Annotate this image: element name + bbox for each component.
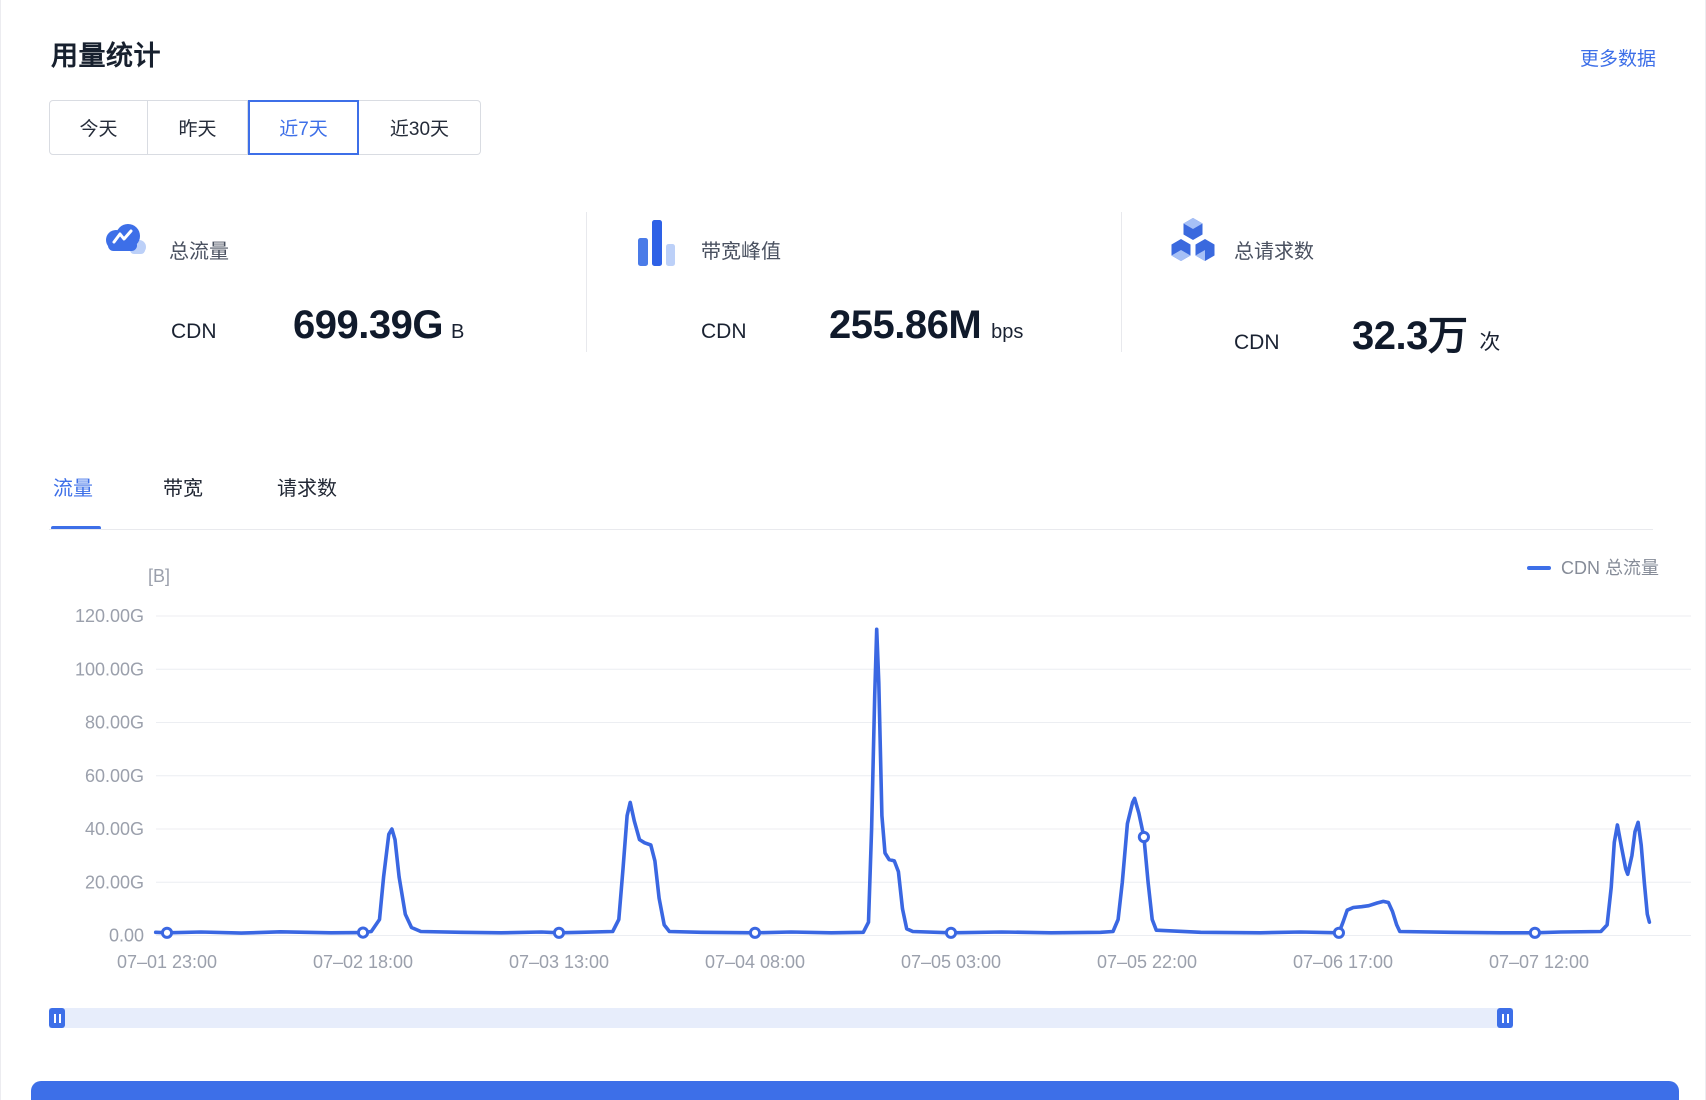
y-axis-tick-label: 120.00G: [75, 606, 144, 626]
stat-value-row: CDN 699.39G B: [171, 303, 464, 348]
x-axis-tick-label: 07–06 17:00: [1293, 952, 1393, 972]
data-point-marker[interactable]: [750, 928, 759, 937]
tab-requests[interactable]: 请求数: [277, 472, 337, 501]
data-point-marker[interactable]: [358, 928, 367, 937]
data-point-marker[interactable]: [162, 928, 171, 937]
tab-traffic[interactable]: 流量: [53, 472, 93, 501]
x-axis-tick-label: 07–05 03:00: [901, 952, 1001, 972]
bandwidth-bars-icon: [637, 218, 683, 268]
x-axis-tick-label: 07–01 23:00: [117, 952, 217, 972]
range-tab-last7days[interactable]: 近7天: [248, 100, 359, 155]
date-range-selector: 今天 昨天 近7天 近30天: [49, 100, 481, 155]
stat-label: 带宽峰值: [701, 235, 781, 264]
data-point-marker[interactable]: [946, 928, 955, 937]
data-point-marker[interactable]: [1334, 928, 1343, 937]
page-title: 用量统计: [51, 34, 161, 73]
datazoom-handle-left[interactable]: [49, 1008, 65, 1028]
datazoom-handle-right[interactable]: [1497, 1008, 1513, 1028]
y-axis-tick-label: 60.00G: [85, 766, 144, 786]
stat-value: 32.3万: [1352, 303, 1467, 361]
y-axis-tick-label: 80.00G: [85, 713, 144, 733]
stats-divider: [1121, 212, 1122, 352]
data-point-marker[interactable]: [1530, 928, 1539, 937]
stat-value-row: CDN 255.86M bps: [701, 303, 1023, 348]
data-point-marker[interactable]: [1139, 832, 1148, 841]
stat-value: 255.86M: [829, 303, 981, 348]
range-tab-yesterday[interactable]: 昨天: [148, 100, 248, 155]
y-axis-tick-label: 100.00G: [75, 659, 144, 679]
next-panel-top-edge: [31, 1081, 1679, 1100]
data-point-marker[interactable]: [554, 928, 563, 937]
x-axis-tick-label: 07–04 08:00: [705, 952, 805, 972]
stat-product: CDN: [701, 320, 829, 344]
stat-unit: 次: [1479, 326, 1500, 356]
stat-label: 总流量: [169, 235, 229, 264]
y-axis-tick-label: 40.00G: [85, 819, 144, 839]
x-axis-tick-label: 07–02 18:00: [313, 952, 413, 972]
stats-divider: [586, 212, 587, 352]
tab-bandwidth[interactable]: 带宽: [163, 472, 203, 501]
stat-value-row: CDN 32.3万 次: [1234, 303, 1500, 361]
y-axis-tick-label: 20.00G: [85, 872, 144, 892]
stat-unit: bps: [991, 321, 1023, 344]
range-tab-last30days[interactable]: 近30天: [359, 100, 481, 155]
x-axis-tick-label: 07–07 12:00: [1489, 952, 1589, 972]
datazoom-slider[interactable]: [49, 1008, 1513, 1028]
stat-label: 总请求数: [1234, 235, 1314, 264]
stat-product: CDN: [1234, 331, 1352, 355]
usage-statistics-panel: 用量统计 更多数据 今天 昨天 近7天 近30天 总流量 CDN 699.39G…: [0, 0, 1706, 1100]
traffic-line-chart: 120.00G 100.00G 80.00G 60.00G 40.00G 20.00G 0.…: [1, 540, 1706, 1010]
stat-value: 699.39G: [293, 303, 443, 348]
stat-unit: B: [451, 321, 464, 344]
request-cubes-icon: [1167, 216, 1219, 266]
x-axis-tick-label: 07–05 22:00: [1097, 952, 1197, 972]
y-axis-tick-label: 0.00: [109, 926, 144, 946]
range-tab-today[interactable]: 今天: [49, 100, 148, 155]
cloud-traffic-icon: [101, 219, 151, 261]
x-axis-tick-label: 07–03 13:00: [509, 952, 609, 972]
more-data-link[interactable]: 更多数据: [1580, 44, 1656, 71]
traffic-line-series[interactable]: [156, 629, 1650, 933]
tabs-divider: [49, 529, 1653, 530]
stat-product: CDN: [171, 320, 293, 344]
